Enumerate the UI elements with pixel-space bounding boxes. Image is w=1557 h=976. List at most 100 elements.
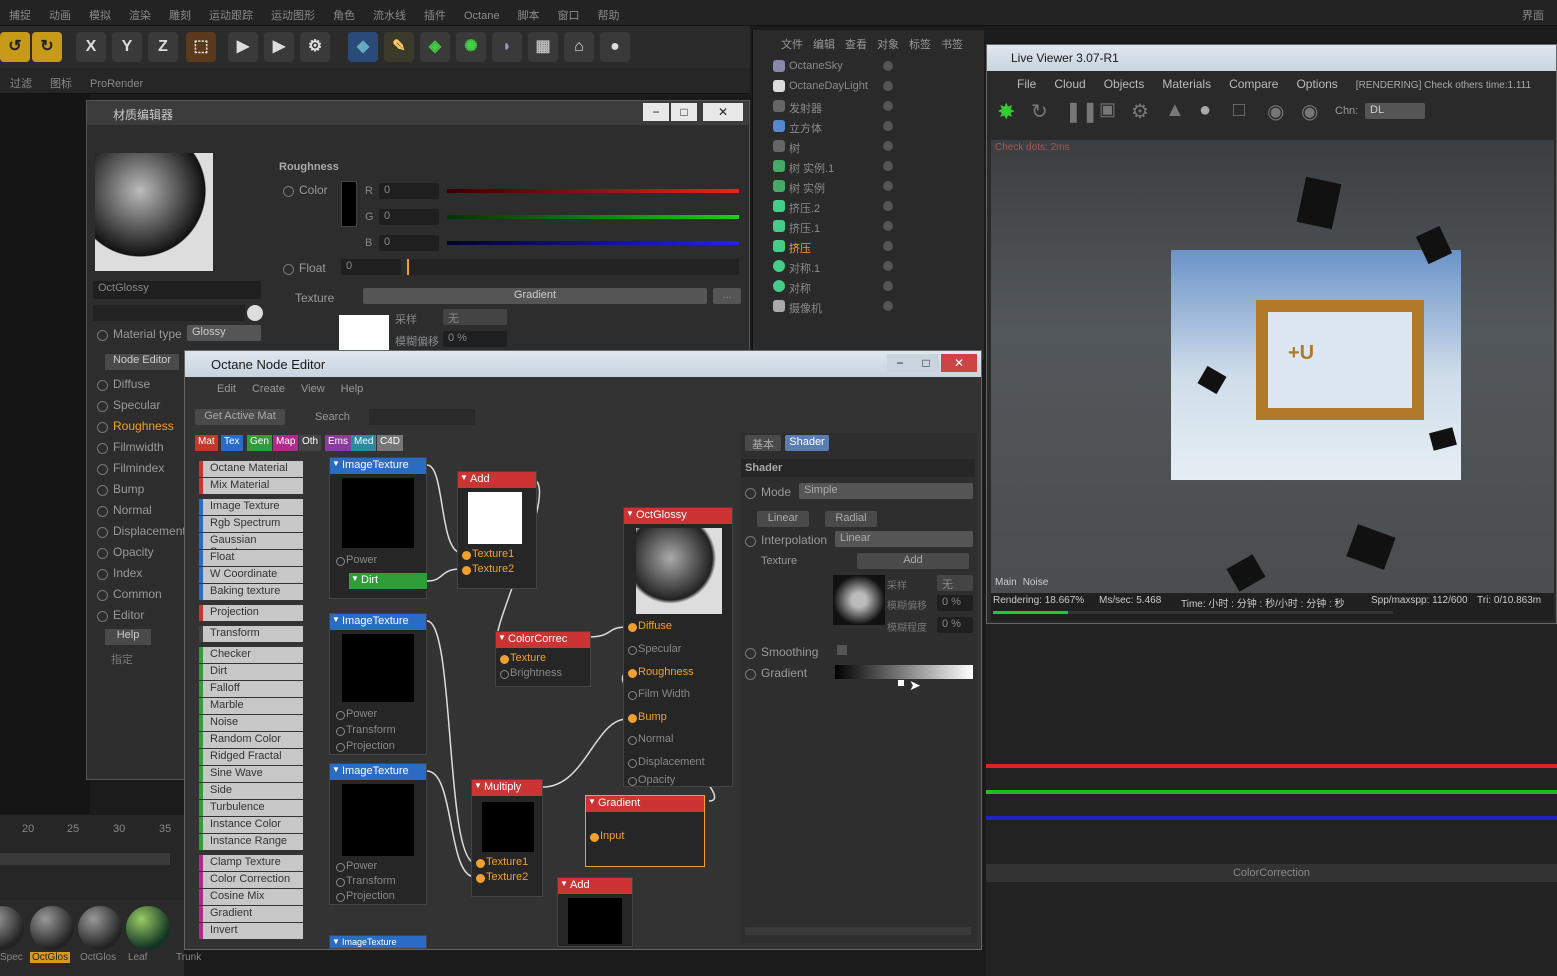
channel-roughness[interactable]: Roughness [93, 419, 174, 438]
object-row[interactable]: 对称.1 [753, 256, 983, 276]
node-pin[interactable]: Bump [626, 711, 667, 723]
texture-add-button[interactable]: Add [857, 553, 969, 569]
float-field[interactable]: 0 [341, 259, 401, 275]
channel-diffuse[interactable]: Diffuse [93, 377, 173, 396]
color-swatch[interactable] [341, 181, 357, 227]
om-menu-item[interactable]: 查看 [845, 39, 867, 51]
menu-item[interactable]: 运动图形 [262, 0, 324, 23]
gradient-bar[interactable] [835, 665, 973, 679]
material-path-field[interactable] [93, 305, 245, 321]
node-image-texture-3[interactable]: ImageTexture Power Transform Projection [329, 763, 427, 905]
node-pin[interactable]: Transform [334, 875, 396, 887]
pick-material-icon[interactable]: ◉ [1301, 99, 1318, 124]
object-row[interactable]: 树 实例.1 [753, 156, 983, 176]
sampling-select[interactable]: 无 [443, 309, 507, 325]
material-ball[interactable] [0, 906, 24, 950]
menu-item[interactable]: Octane [455, 3, 508, 22]
light-icon[interactable]: ● [600, 32, 630, 62]
r-slider[interactable] [447, 189, 739, 193]
filter-menu[interactable]: 过滤 [0, 68, 40, 91]
channel-displacement[interactable]: Displacement [93, 524, 193, 543]
material-ball[interactable] [126, 906, 170, 950]
redo-icon[interactable]: ↻ [32, 32, 62, 62]
texture-shader-button[interactable]: Gradient [363, 288, 707, 304]
node-pin[interactable]: Transform [334, 724, 396, 736]
radial-button[interactable]: Radial [825, 511, 877, 527]
node-color-correction[interactable]: ColorCorrec Texture Brightness [495, 631, 591, 687]
node-octglossy[interactable]: OctGlossy Diffuse Specular Roughness Fil… [623, 507, 733, 787]
blur-offset-field[interactable]: 0 % [937, 595, 973, 611]
clay-icon[interactable]: ● [1199, 99, 1211, 122]
node-pin[interactable]: Texture2 [460, 563, 514, 575]
node-pin[interactable]: Texture1 [460, 548, 514, 560]
visibility-dot[interactable] [883, 281, 893, 291]
prorender-menu[interactable]: ProRender [80, 71, 151, 90]
node-pin[interactable]: Roughness [626, 666, 694, 678]
om-menu-item[interactable]: 文件 [781, 39, 803, 51]
node-editor-button[interactable]: Node Editor [105, 354, 179, 370]
channel-index[interactable]: Index [93, 566, 173, 585]
node-add-2[interactable]: Add [557, 877, 633, 947]
lv-menu-item[interactable]: File [1017, 77, 1036, 91]
menu-item[interactable]: 捕捉 [0, 0, 40, 23]
node-pin[interactable]: Displacement [626, 756, 705, 768]
minimize-button[interactable]: − [643, 103, 669, 121]
tab-main[interactable]: Main [995, 577, 1017, 588]
visibility-dot[interactable] [883, 121, 893, 131]
pick-focus-icon[interactable]: ◉ [1267, 99, 1284, 124]
om-menu-item[interactable]: 书签 [941, 39, 963, 51]
node-pin[interactable]: Input [588, 830, 624, 842]
menu-item[interactable]: 插件 [415, 0, 455, 23]
node-pin[interactable]: Diffuse [626, 620, 672, 632]
viewport-icon[interactable]: □ [1233, 99, 1245, 122]
mode-select[interactable]: Simple [799, 483, 973, 499]
visibility-dot[interactable] [883, 201, 893, 211]
lv-menu-item[interactable]: Materials [1162, 77, 1211, 91]
z-axis-button[interactable]: Z [148, 32, 178, 62]
restart-icon[interactable]: ↻ [1031, 99, 1048, 124]
maximize-button[interactable]: □ [671, 103, 697, 121]
live-viewer-titlebar[interactable]: Live Viewer 3.07-R1 [987, 45, 1556, 71]
visibility-dot[interactable] [883, 61, 893, 71]
interpolation-select[interactable]: Linear [835, 531, 973, 547]
menu-item[interactable]: 渲染 [120, 0, 160, 23]
node-pin[interactable]: Power [334, 860, 377, 872]
om-menu-item[interactable]: 编辑 [813, 39, 835, 51]
timeline-scrollbar[interactable] [0, 853, 170, 865]
node-image-texture-2[interactable]: ImageTexture Power Transform Projection [329, 613, 427, 755]
menu-item[interactable]: 帮助 [588, 0, 628, 23]
texture-more-button[interactable]: ... [713, 288, 741, 304]
cube-icon[interactable]: ◆ [348, 32, 378, 62]
channel-select[interactable]: DL [1365, 103, 1425, 119]
visibility-dot[interactable] [883, 101, 893, 111]
g-field[interactable]: 0 [379, 209, 439, 225]
object-row[interactable]: 摄像机 [753, 296, 983, 316]
object-row[interactable]: 挤压 [753, 236, 983, 256]
menu-item[interactable]: 流水线 [364, 0, 415, 23]
om-menu-item[interactable]: 标签 [909, 39, 931, 51]
float-slider[interactable] [407, 259, 739, 275]
linear-button[interactable]: Linear [757, 511, 809, 527]
lock-icon[interactable]: ▲ [1165, 99, 1185, 122]
settings-icon[interactable]: ⚙ [1131, 99, 1149, 124]
object-row[interactable]: 树 实例 [753, 176, 983, 196]
maximize-button[interactable]: □ [913, 354, 939, 372]
node-pin[interactable]: Power [334, 554, 377, 566]
node-image-texture-4[interactable]: ImageTexture [329, 935, 427, 949]
horizontal-scrollbar[interactable] [745, 927, 971, 935]
channel-opacity[interactable]: Opacity [93, 545, 173, 564]
object-row[interactable]: 立方体 [753, 116, 983, 136]
lv-menu-item[interactable]: Cloud [1054, 77, 1085, 91]
node-pin[interactable]: Specular [626, 643, 681, 655]
object-row[interactable]: OctaneSky [753, 56, 983, 76]
r-field[interactable]: 0 [379, 183, 439, 199]
node-add-1[interactable]: Add Texture1 Texture2 [457, 471, 537, 589]
channel-filmwidth[interactable]: Filmwidth [93, 440, 173, 459]
camera-icon[interactable]: ⌂ [564, 32, 594, 62]
lv-menu-item[interactable]: Objects [1104, 77, 1145, 91]
deformer-icon[interactable]: ◗ [492, 32, 522, 62]
blur-offset-field[interactable]: 0 % [443, 331, 507, 347]
node-multiply[interactable]: Multiply Texture1 Texture2 [471, 779, 543, 897]
node-pin[interactable]: Projection [334, 890, 395, 902]
node-pin[interactable]: Texture [498, 652, 546, 664]
